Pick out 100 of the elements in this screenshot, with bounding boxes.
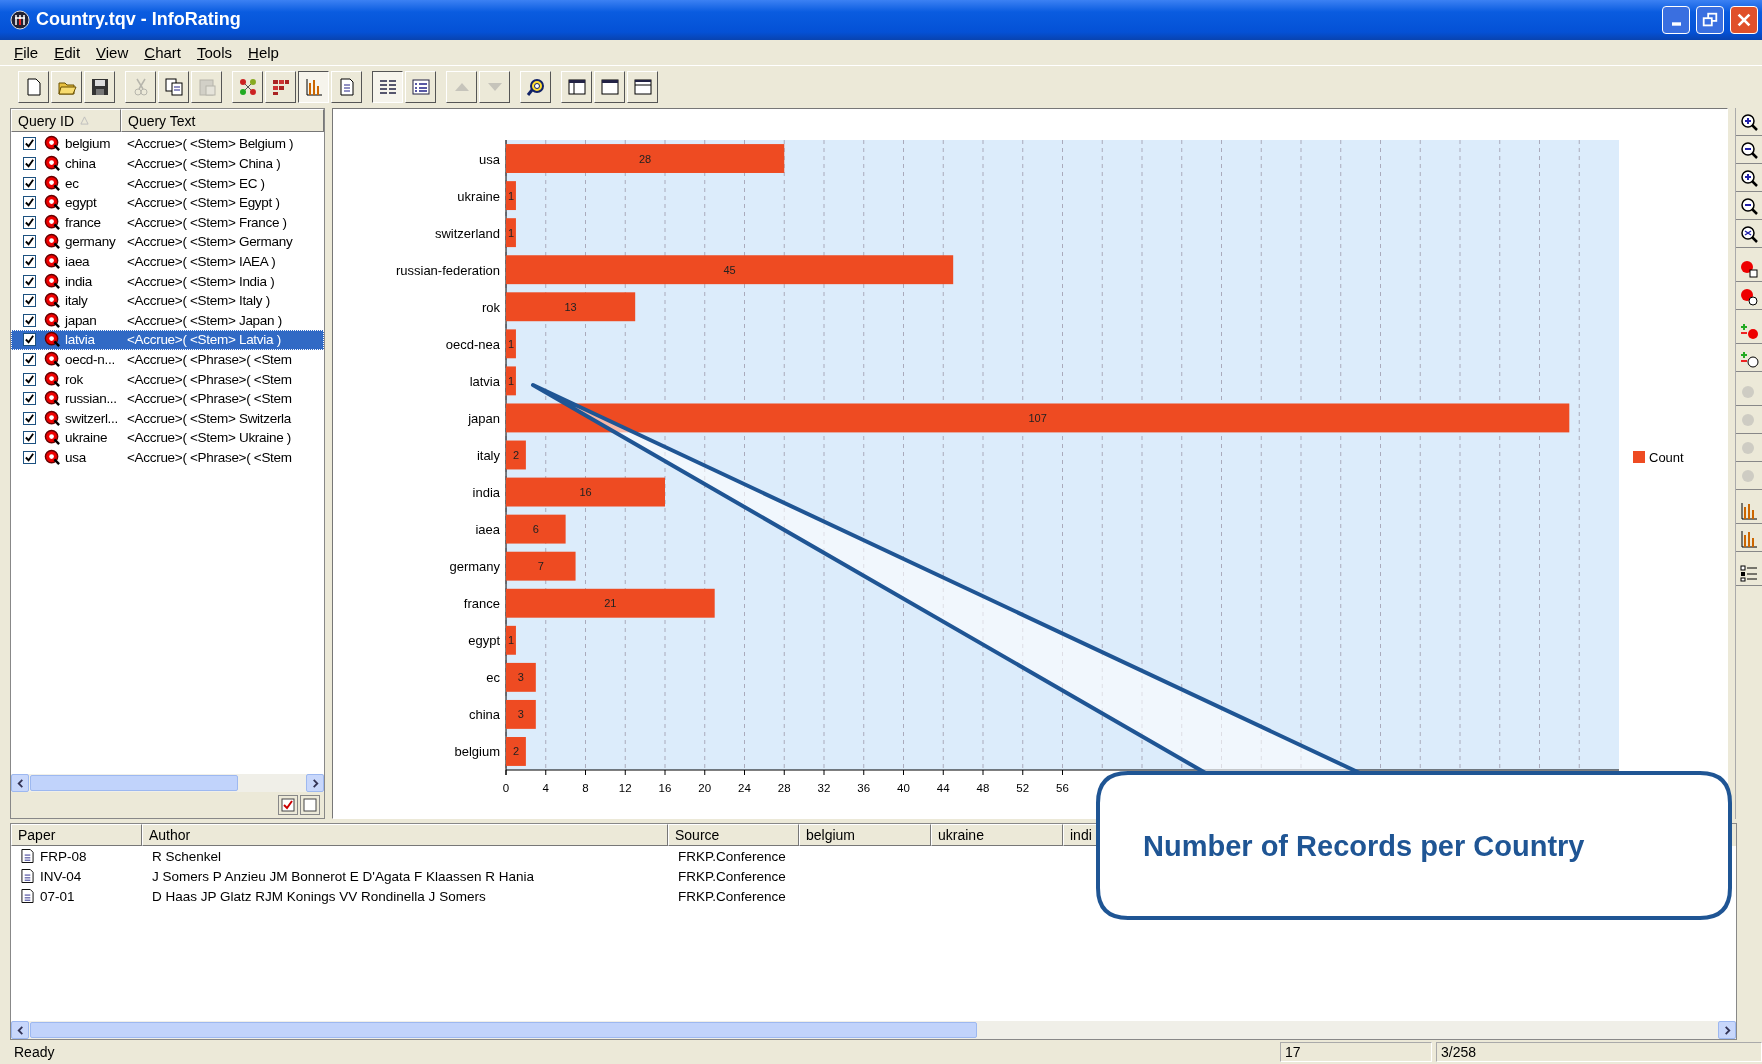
query-row[interactable]: rok <Accrue>( <Phrase>( <Stem: [11, 369, 324, 389]
menu-item[interactable]: File: [6, 42, 47, 64]
data-label: 45: [723, 263, 736, 276]
menu-item[interactable]: Tools: [189, 42, 241, 64]
category-label: japan: [468, 411, 500, 426]
checkbox[interactable]: [23, 352, 36, 366]
query-text: <Accrue>( <Stem> India ): [127, 273, 275, 289]
data-label: 16: [579, 486, 592, 499]
scroll-left-button[interactable]: [11, 774, 29, 793]
query-row[interactable]: russian... <Accrue>( <Phrase>( <Stem: [11, 388, 324, 409]
query-icon: [44, 390, 61, 408]
checkbox[interactable]: [23, 450, 36, 464]
scroll-left-button[interactable]: [11, 1021, 29, 1040]
checkbox[interactable]: [23, 294, 36, 308]
checkbox[interactable]: [23, 274, 36, 288]
column-header[interactable]: ukraine: [931, 824, 1063, 847]
checkbox[interactable]: [23, 196, 36, 210]
column-header[interactable]: Paper: [11, 824, 142, 847]
restore-button[interactable]: [1696, 5, 1724, 34]
data-label: 28: [639, 152, 652, 165]
check-all-button[interactable]: [278, 795, 298, 816]
toolbar-button[interactable]: [372, 71, 403, 104]
node-icon: [1739, 258, 1759, 279]
column-header[interactable]: Source: [668, 824, 799, 847]
query-row[interactable]: oecd-n... <Accrue>( <Phrase>( <Stem: [11, 349, 324, 370]
query-id: france: [65, 214, 102, 230]
query-icon: [44, 409, 61, 427]
column-header[interactable]: Author: [142, 824, 668, 847]
query-id: rok: [65, 371, 84, 387]
checked-box-icon: [281, 798, 295, 813]
checkbox[interactable]: [23, 235, 36, 249]
column-header[interactable]: Query ID: [11, 109, 121, 133]
query-row[interactable]: japan <Accrue>( <Stem> Japan ): [11, 310, 324, 330]
scroll-right-button[interactable]: [306, 774, 324, 793]
node-icon: [1739, 286, 1759, 307]
checkbox[interactable]: [23, 431, 36, 445]
checkbox[interactable]: [23, 215, 36, 229]
minimize-button[interactable]: [1662, 5, 1690, 34]
toolbar-button[interactable]: [298, 71, 329, 104]
checkbox[interactable]: [23, 313, 36, 327]
uncheck-all-button[interactable]: [300, 795, 320, 816]
data-label: 6: [532, 523, 539, 536]
zoom-out-icon: [1739, 140, 1759, 161]
network-icon: [237, 77, 258, 98]
query-row[interactable]: france <Accrue>( <Stem> France ): [11, 212, 324, 233]
category-label: usa: [479, 151, 500, 167]
checkbox[interactable]: [23, 392, 36, 406]
menu-item[interactable]: Edit: [46, 42, 89, 64]
data-label: 3: [517, 708, 524, 721]
source-cell: FRKP.Conference: [678, 868, 786, 884]
query-row[interactable]: germany <Accrue>( <Stem> Germany: [11, 232, 324, 252]
menu-item[interactable]: Help: [240, 42, 287, 64]
column-header[interactable]: Query Text: [121, 109, 324, 133]
checkbox[interactable]: [23, 176, 36, 190]
query-icon: [44, 448, 61, 466]
scrollbar-thumb[interactable]: [30, 1022, 977, 1039]
query-text: <Accrue>( <Phrase>( <Stem: [127, 391, 292, 407]
tick-label: 40: [897, 782, 910, 795]
query-row[interactable]: egypt <Accrue>( <Stem> Egypt ): [11, 192, 324, 213]
tick-label: 32: [817, 782, 831, 795]
source-cell: FRKP.Conference: [678, 888, 786, 904]
checkbox[interactable]: [23, 254, 36, 268]
query-row[interactable]: switzerl... <Accrue>( <Stem> Switzerla: [11, 408, 324, 428]
query-text: <Accrue>( <Stem> Latvia ): [127, 332, 281, 348]
checkbox[interactable]: [23, 156, 36, 170]
query-icon: [44, 233, 61, 251]
menu-item[interactable]: Chart: [136, 42, 189, 64]
query-row[interactable]: iaea <Accrue>( <Stem> IAEA ): [11, 251, 324, 272]
tick-label: 16: [658, 782, 672, 795]
checkbox[interactable]: [23, 411, 36, 425]
query-icon: [44, 213, 61, 231]
query-row[interactable]: belgium <Accrue>( <Stem> Belgium ): [11, 134, 324, 154]
checkbox[interactable]: [23, 333, 36, 347]
author-cell: J Somers P Anzieu JM Bonnerot E D'Agata F Klaassen R Hania: [152, 868, 534, 884]
query-icon: [44, 331, 61, 349]
query-row[interactable]: usa <Accrue>( <Phrase>( <Stem: [11, 447, 324, 468]
checkbox[interactable]: [23, 137, 36, 151]
query-icon: [44, 350, 61, 368]
tick-label: 24: [738, 782, 751, 795]
query-row[interactable]: ukraine <Accrue>( <Stem> Ukraine ): [11, 428, 324, 448]
menu-item[interactable]: View: [88, 42, 137, 64]
bar-chart-icon: [1739, 528, 1759, 549]
query-text: <Accrue>( <Phrase>( <Stem: [127, 449, 292, 465]
callout-text: Number of Records per Country: [1143, 830, 1585, 863]
scroll-right-button[interactable]: [1718, 1021, 1736, 1040]
scrollbar-thumb[interactable]: [30, 775, 239, 792]
clipboard-icon: [196, 77, 217, 98]
window-icon: [632, 77, 653, 98]
query-text: <Accrue>( <Stem> Japan ): [127, 312, 282, 328]
query-row[interactable]: italy <Accrue>( <Stem> Italy ): [11, 290, 324, 311]
query-row[interactable]: latvia <Accrue>( <Stem> Latvia ): [11, 330, 324, 350]
category-label: iaea: [475, 522, 500, 538]
close-button[interactable]: [1730, 5, 1758, 34]
category-label: france: [463, 596, 500, 612]
query-row[interactable]: china <Accrue>( <Stem> China ): [11, 153, 324, 174]
query-row[interactable]: ec <Accrue>( <Stem> EC ): [11, 173, 324, 193]
checkbox[interactable]: [23, 372, 36, 386]
query-row[interactable]: india <Accrue>( <Stem> India ): [11, 271, 324, 291]
column-header[interactable]: belgium: [799, 824, 931, 847]
magnifier-icon: [525, 77, 546, 98]
